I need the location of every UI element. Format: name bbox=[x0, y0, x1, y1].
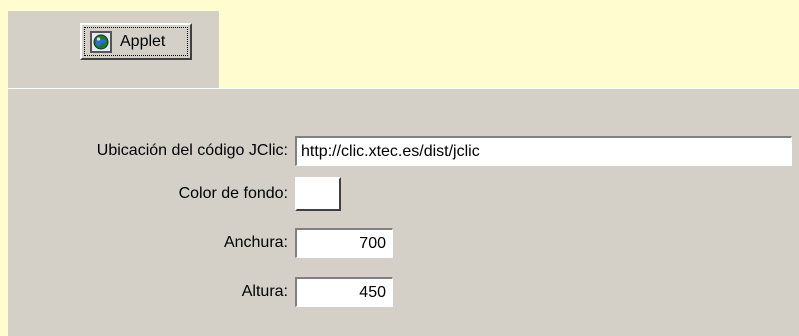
tab-strip-bottom bbox=[72, 75, 209, 88]
width-label: Anchura: bbox=[223, 234, 288, 251]
height-input[interactable] bbox=[295, 277, 393, 307]
height-row: Altura: bbox=[8, 277, 393, 307]
codebase-row: Ubicación del código JClic: bbox=[8, 136, 792, 166]
bgcolor-row: Color de fondo: bbox=[8, 177, 341, 211]
bgcolor-swatch-button[interactable] bbox=[295, 177, 341, 211]
codebase-label: Ubicación del código JClic: bbox=[96, 142, 288, 159]
height-label: Altura: bbox=[241, 283, 288, 300]
globe-icon bbox=[90, 30, 112, 53]
codebase-input[interactable] bbox=[295, 136, 792, 166]
width-row: Anchura: bbox=[8, 228, 393, 258]
applet-label: Applet bbox=[120, 32, 166, 50]
bgcolor-label: Color de fondo: bbox=[178, 185, 288, 202]
applet-settings-panel: Ubicación del código JClic: Color de fon… bbox=[8, 88, 799, 336]
tab-strip-left bbox=[8, 11, 72, 88]
tab-strip-right bbox=[209, 11, 219, 88]
applet-button[interactable]: Applet bbox=[80, 23, 192, 60]
width-input[interactable] bbox=[295, 228, 393, 258]
